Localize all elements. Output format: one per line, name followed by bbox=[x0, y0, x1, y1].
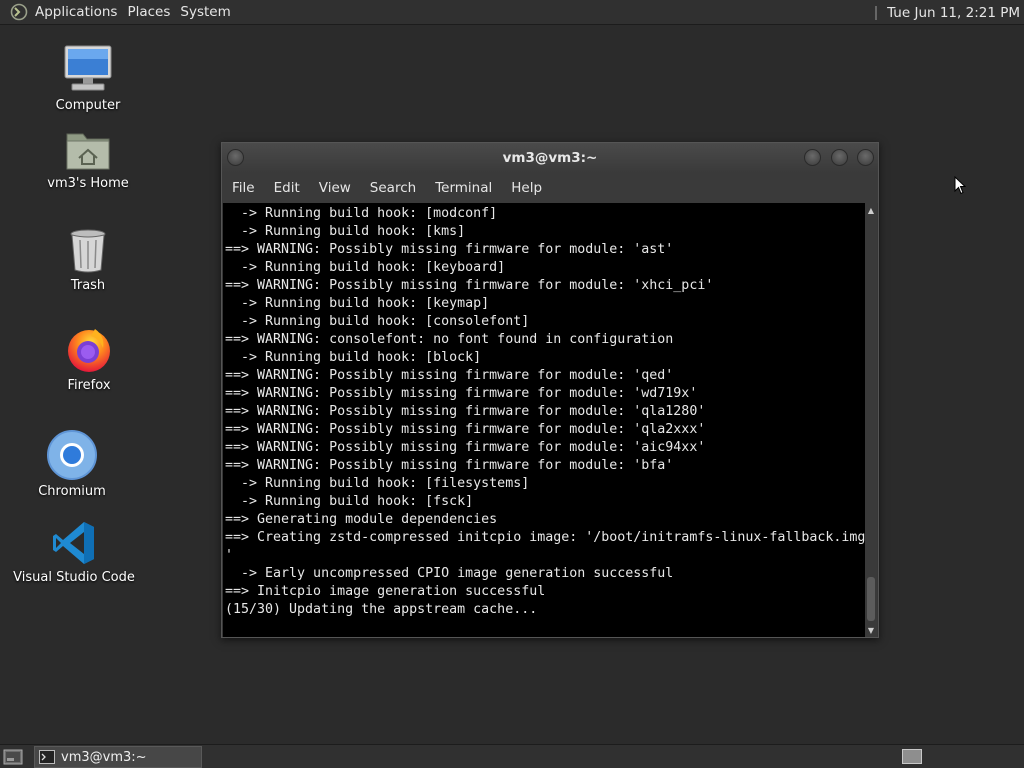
desktop-icon-label: vm3's Home bbox=[47, 176, 129, 191]
menu-search[interactable]: Search bbox=[370, 180, 416, 196]
terminal-icon bbox=[39, 750, 55, 764]
terminal-line: ==> WARNING: Possibly missing firmware f… bbox=[225, 458, 674, 473]
vscode-icon bbox=[53, 522, 94, 564]
menu-view[interactable]: View bbox=[319, 180, 351, 196]
terminal-line: ==> WARNING: consolefont: no font found … bbox=[225, 332, 674, 347]
terminal-line: -> Running build hook: [keyboard] bbox=[225, 260, 506, 275]
scroll-down-arrow-icon[interactable]: ▼ bbox=[866, 625, 876, 635]
scroll-up-arrow-icon[interactable]: ▲ bbox=[866, 205, 876, 215]
terminal-line: ==> WARNING: Possibly missing firmware f… bbox=[225, 368, 674, 383]
desktop-icon-label: Firefox bbox=[67, 378, 111, 393]
terminal-menubar: File Edit View Search Terminal Help bbox=[222, 173, 878, 203]
desktop-icon-home[interactable]: vm3's Home bbox=[28, 128, 148, 191]
terminal-line: -> Running build hook: [keymap] bbox=[225, 296, 490, 311]
terminal-line: -> Running build hook: [block] bbox=[225, 350, 482, 365]
desktop-icon-label: Trash bbox=[70, 278, 106, 293]
firefox-icon bbox=[68, 329, 110, 372]
clock-area: Tue Jun 11, 2:21 PM bbox=[875, 0, 1024, 25]
terminal-line: (15/30) Updating the appstream cache... bbox=[225, 602, 538, 617]
terminal-line: ==> Initcpio image generation successful bbox=[225, 584, 546, 599]
window-menu-button[interactable] bbox=[227, 149, 244, 166]
desktop-icon-chromium[interactable]: Chromium bbox=[12, 430, 132, 499]
terminal-line: -> Running build hook: [consolefont] bbox=[225, 314, 530, 329]
show-desktop-icon[interactable] bbox=[3, 749, 23, 765]
window-title: vm3@vm3:~ bbox=[502, 150, 598, 166]
menu-file[interactable]: File bbox=[232, 180, 255, 196]
desktop-icon-firefox[interactable]: Firefox bbox=[29, 326, 149, 393]
clock[interactable]: Tue Jun 11, 2:21 PM bbox=[887, 5, 1020, 21]
top-menu: Applications Places System bbox=[33, 4, 241, 20]
mouse-cursor-icon bbox=[954, 176, 966, 195]
distro-logo-icon[interactable] bbox=[9, 2, 29, 22]
computer-icon bbox=[64, 45, 112, 91]
terminal-line: ==> Creating zstd-compressed initcpio im… bbox=[225, 530, 866, 545]
terminal-line: -> Running build hook: [modconf] bbox=[225, 206, 498, 221]
menu-places[interactable]: Places bbox=[127, 4, 178, 20]
terminal-line: ==> Generating module dependencies bbox=[225, 512, 498, 527]
clock-separator bbox=[875, 5, 878, 20]
scroll-thumb[interactable] bbox=[867, 577, 875, 621]
terminal-window[interactable]: vm3@vm3:~ File Edit View Search Terminal… bbox=[221, 142, 879, 638]
desktop-icon-label: Computer bbox=[55, 98, 121, 113]
desktop-icon-label: Visual Studio Code bbox=[13, 570, 135, 585]
menu-system[interactable]: System bbox=[180, 4, 238, 20]
menu-terminal[interactable]: Terminal bbox=[435, 180, 492, 196]
terminal-line: ==> WARNING: Possibly missing firmware f… bbox=[225, 278, 714, 293]
minimize-button[interactable] bbox=[804, 149, 821, 166]
desktop-icon-trash[interactable]: Trash bbox=[28, 228, 148, 293]
terminal-line: ' bbox=[225, 548, 234, 563]
chromium-icon bbox=[47, 430, 97, 480]
terminal-line: ==> WARNING: Possibly missing firmware f… bbox=[225, 404, 706, 419]
menu-applications[interactable]: Applications bbox=[33, 4, 125, 20]
terminal-line: ==> WARNING: Possibly missing firmware f… bbox=[225, 440, 706, 455]
terminal-line: -> Early uncompressed CPIO image generat… bbox=[225, 566, 674, 581]
terminal-line: ==> WARNING: Possibly missing firmware f… bbox=[225, 386, 698, 401]
trash-icon bbox=[70, 229, 106, 273]
desktop-icon-vscode[interactable]: Visual Studio Code bbox=[13, 520, 135, 585]
terminal-output[interactable]: -> Running build hook: [modconf] -> Runn… bbox=[223, 203, 866, 637]
workspace-switcher[interactable] bbox=[902, 749, 922, 764]
terminal-line: -> Running build hook: [filesystems] bbox=[225, 476, 530, 491]
terminal-line: ==> WARNING: Possibly missing firmware f… bbox=[225, 422, 706, 437]
desktop-icon-label: Chromium bbox=[38, 484, 106, 499]
desktop-icon-computer[interactable]: Computer bbox=[28, 44, 148, 113]
taskbar-item-label: vm3@vm3:~ bbox=[61, 749, 147, 765]
terminal-line: ==> WARNING: Possibly missing firmware f… bbox=[225, 242, 674, 257]
terminal-line: -> Running build hook: [fsck] bbox=[225, 494, 474, 509]
terminal-line: -> Running build hook: [kms] bbox=[225, 224, 466, 239]
menu-edit[interactable]: Edit bbox=[274, 180, 300, 196]
top-panel: Applications Places System Tue Jun 11, 2… bbox=[0, 0, 1024, 25]
terminal-scrollbar[interactable]: ▲ ▼ bbox=[865, 203, 877, 637]
maximize-button[interactable] bbox=[831, 149, 848, 166]
window-titlebar[interactable]: vm3@vm3:~ bbox=[222, 143, 878, 173]
menu-help[interactable]: Help bbox=[511, 180, 542, 196]
home-folder-icon bbox=[66, 133, 110, 170]
close-button[interactable] bbox=[857, 149, 874, 166]
bottom-panel: vm3@vm3:~ bbox=[0, 744, 1024, 768]
taskbar-item-terminal[interactable]: vm3@vm3:~ bbox=[34, 746, 202, 768]
